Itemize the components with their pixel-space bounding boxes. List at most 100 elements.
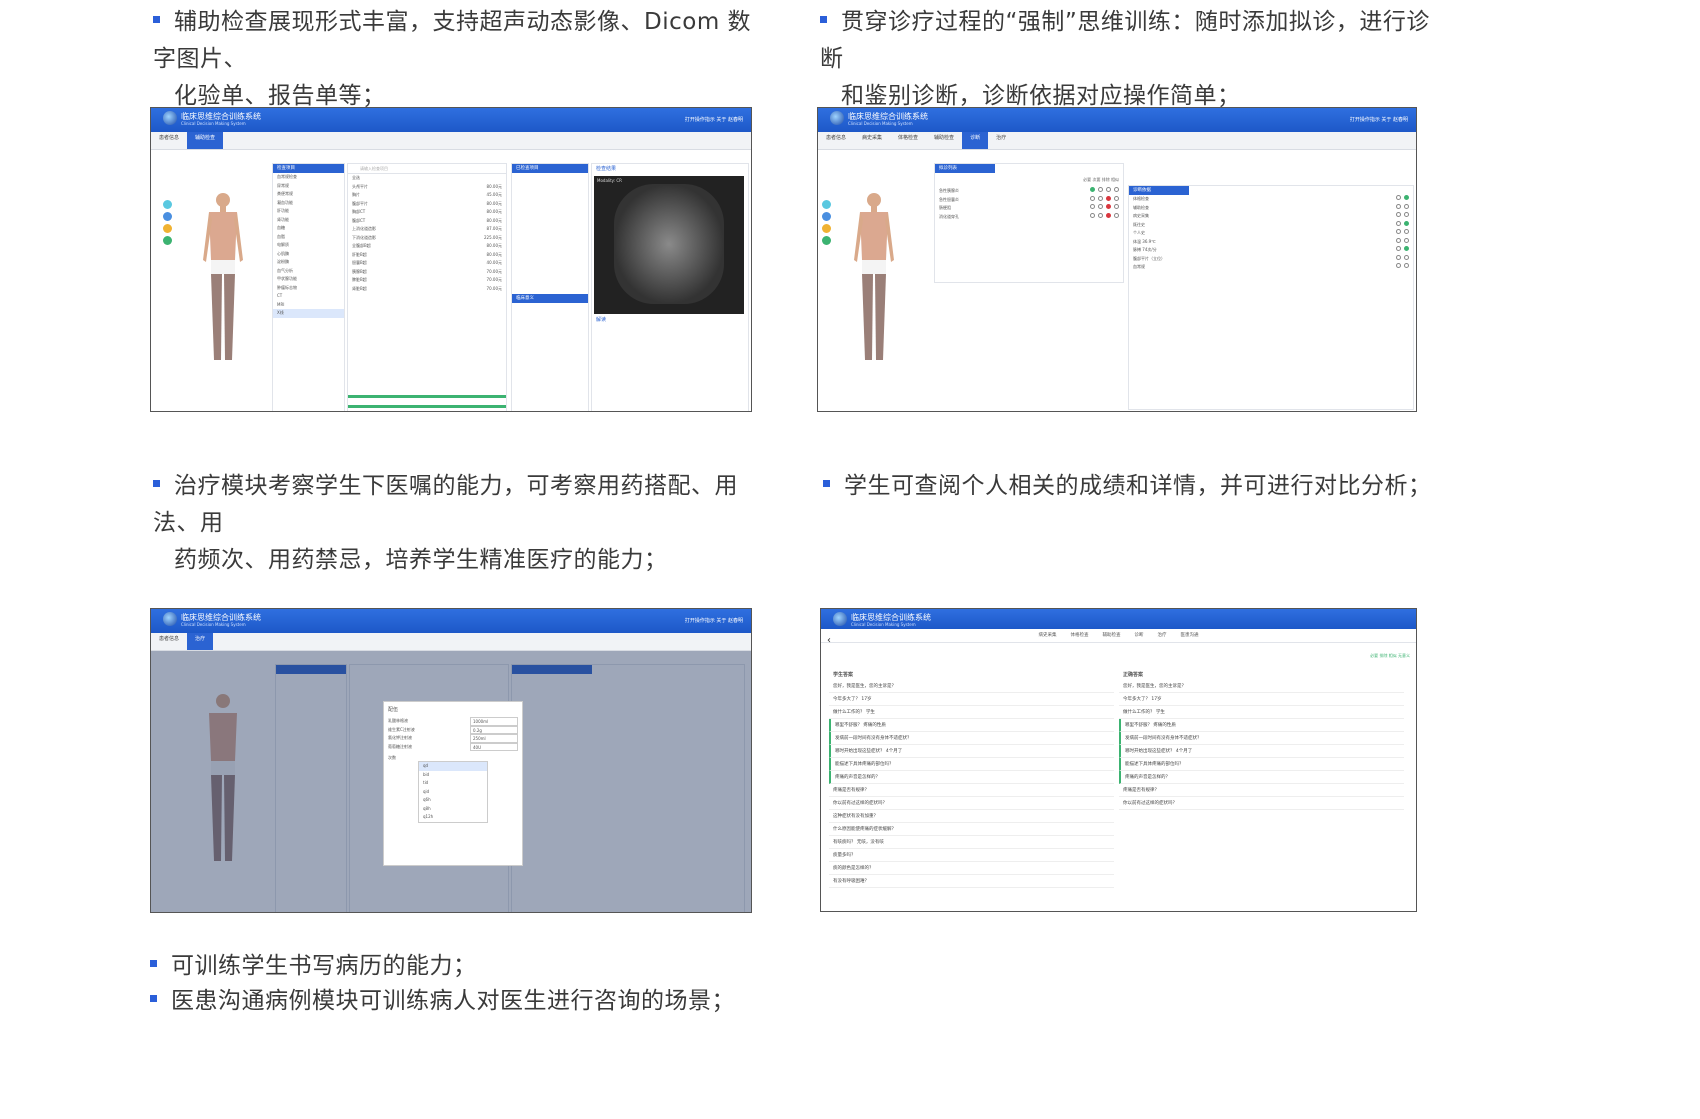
diagnosis-choice-dots[interactable] [1090, 204, 1119, 213]
radio-dot[interactable] [1106, 195, 1111, 201]
radio-dot[interactable] [1404, 212, 1409, 217]
tool-icon[interactable] [163, 224, 172, 233]
radio-dot[interactable] [1114, 204, 1119, 209]
frequency-option[interactable]: qid [419, 788, 487, 797]
evidence-choice-dots[interactable] [1396, 237, 1409, 247]
exam-option-row[interactable]: 全腹部B超 80.00元 [348, 242, 506, 251]
check-icon[interactable] [822, 236, 831, 245]
answer-line: 发病前一段时间有没有身体不适症状？ [1119, 732, 1404, 745]
evidence-row[interactable]: 体格检查 [1129, 195, 1413, 204]
radio-dot[interactable] [1098, 204, 1103, 209]
evidence-choice-dots[interactable] [1396, 263, 1409, 272]
frequency-dropdown[interactable]: qd bid tid qid q6h q8h q12h [418, 761, 488, 823]
evidence-choice-dots[interactable] [1396, 220, 1409, 230]
evidence-choice-dots[interactable] [1396, 229, 1409, 238]
radio-dot[interactable] [1090, 187, 1095, 192]
diagnosis-choice-dots[interactable] [1090, 195, 1119, 205]
diagnosis-choice-dots[interactable] [1090, 212, 1119, 222]
modal-field-input[interactable]: 0.2g [470, 725, 518, 734]
info-icon[interactable] [822, 200, 831, 209]
radio-dot[interactable] [1404, 237, 1409, 243]
frequency-option[interactable]: q12h [419, 813, 487, 822]
diagnosis-row[interactable]: 肠梗阻 [935, 204, 1123, 213]
exam-option-row[interactable]: 胆囊B超 40.00元 [348, 259, 506, 268]
radio-dot[interactable] [1396, 212, 1401, 217]
exam-option-row[interactable]: 头颅平片 80.00元 [348, 183, 506, 192]
exam-option-row[interactable]: 肝脏B超 80.00元 [348, 251, 506, 260]
frequency-option[interactable]: qd [419, 762, 487, 771]
radio-dot[interactable] [1404, 220, 1409, 226]
scan-icon[interactable] [163, 212, 172, 221]
exam-option-row[interactable]: 下消化道造影 225.00元 [348, 234, 506, 243]
radio-dot[interactable] [1090, 204, 1095, 209]
frequency-option[interactable]: q8h [419, 805, 487, 814]
patient-body-model[interactable] [850, 190, 898, 370]
xray-image[interactable]: Modality: CR [594, 176, 744, 314]
evidence-choice-dots[interactable] [1396, 203, 1409, 213]
evidence-row[interactable]: 脉搏 74次/分 [1129, 246, 1413, 255]
radio-dot[interactable] [1098, 195, 1103, 201]
radio-dot[interactable] [1404, 254, 1409, 260]
tool-icon[interactable] [822, 224, 831, 233]
radio-dot[interactable] [1404, 203, 1409, 209]
radio-dot[interactable] [1404, 195, 1409, 200]
radio-dot[interactable] [1404, 263, 1409, 268]
radio-dot[interactable] [1106, 204, 1111, 209]
diagnosis-choice-dots[interactable] [1090, 187, 1119, 196]
modal-field-input[interactable]: 250ml [470, 734, 518, 743]
radio-dot[interactable] [1090, 195, 1095, 201]
radio-dot[interactable] [1396, 203, 1401, 209]
evidence-row[interactable]: 个人史 [1129, 229, 1413, 238]
radio-dot[interactable] [1098, 212, 1103, 218]
check-icon[interactable] [163, 236, 172, 245]
radio-dot[interactable] [1098, 187, 1103, 192]
radio-dot[interactable] [1404, 229, 1409, 234]
back-icon[interactable]: ‹ [827, 635, 831, 646]
info-icon[interactable] [163, 200, 172, 209]
evidence-row[interactable]: 病史采集 [1129, 212, 1413, 221]
radio-dot[interactable] [1396, 237, 1401, 243]
diagnosis-row[interactable]: 急性胰腺炎 [935, 187, 1123, 196]
evidence-row[interactable]: 腹部平片（立位） [1129, 254, 1413, 264]
exam-option-row[interactable]: 腹部平片 80.00元 [348, 200, 506, 209]
evidence-row[interactable]: 既往史 [1129, 220, 1413, 230]
radio-dot[interactable] [1396, 220, 1401, 226]
exam-search-input[interactable]: 请输入检查项目 [348, 164, 506, 174]
scan-icon[interactable] [822, 212, 831, 221]
frequency-option[interactable]: q6h [419, 796, 487, 805]
patient-body-model[interactable] [199, 190, 247, 370]
exam-option-row[interactable]: 腹部CT 80.00元 [348, 217, 506, 226]
radio-dot[interactable] [1404, 246, 1409, 251]
radio-dot[interactable] [1396, 229, 1401, 234]
frequency-option[interactable]: bid [419, 771, 487, 780]
radio-dot[interactable] [1114, 212, 1119, 218]
exam-option-row[interactable]: 脾脏B超 70.00元 [348, 276, 506, 285]
evidence-choice-dots[interactable] [1396, 195, 1409, 204]
exam-option-row[interactable]: 上消化道造影 87.00元 [348, 225, 506, 234]
evidence-row[interactable]: 辅助检查 [1129, 203, 1413, 213]
radio-dot[interactable] [1396, 263, 1401, 268]
frequency-option[interactable]: tid [419, 779, 487, 788]
diagnosis-row[interactable]: 消化道穿孔 [935, 212, 1123, 222]
evidence-choice-dots[interactable] [1396, 246, 1409, 255]
exam-option-row[interactable]: 胰腺B超 70.00元 [348, 268, 506, 277]
radio-dot[interactable] [1114, 187, 1119, 192]
radio-dot[interactable] [1396, 195, 1401, 200]
exam-option-row[interactable]: 胸部CT 80.00元 [348, 208, 506, 217]
exam-option-row[interactable]: 肾脏B超 70.00元 [348, 285, 506, 294]
radio-dot[interactable] [1106, 187, 1111, 192]
evidence-row[interactable]: 血常规 [1129, 263, 1413, 272]
radio-dot[interactable] [1114, 195, 1119, 201]
modal-field-input[interactable]: 1000ml [470, 717, 518, 726]
diagnosis-row[interactable]: 急性胆囊炎 [935, 195, 1123, 205]
evidence-row[interactable]: 体温 36.9℃ [1129, 237, 1413, 247]
evidence-choice-dots[interactable] [1396, 254, 1409, 264]
radio-dot[interactable] [1396, 246, 1401, 251]
evidence-choice-dots[interactable] [1396, 212, 1409, 221]
exam-option-row[interactable]: 胸片 45.00元 [348, 191, 506, 200]
radio-dot[interactable] [1396, 254, 1401, 260]
radio-dot[interactable] [1106, 212, 1111, 218]
radio-dot[interactable] [1090, 212, 1095, 218]
modal-field-input[interactable]: 40U [470, 742, 518, 751]
exam-option-row[interactable]: 全选 [348, 174, 506, 183]
